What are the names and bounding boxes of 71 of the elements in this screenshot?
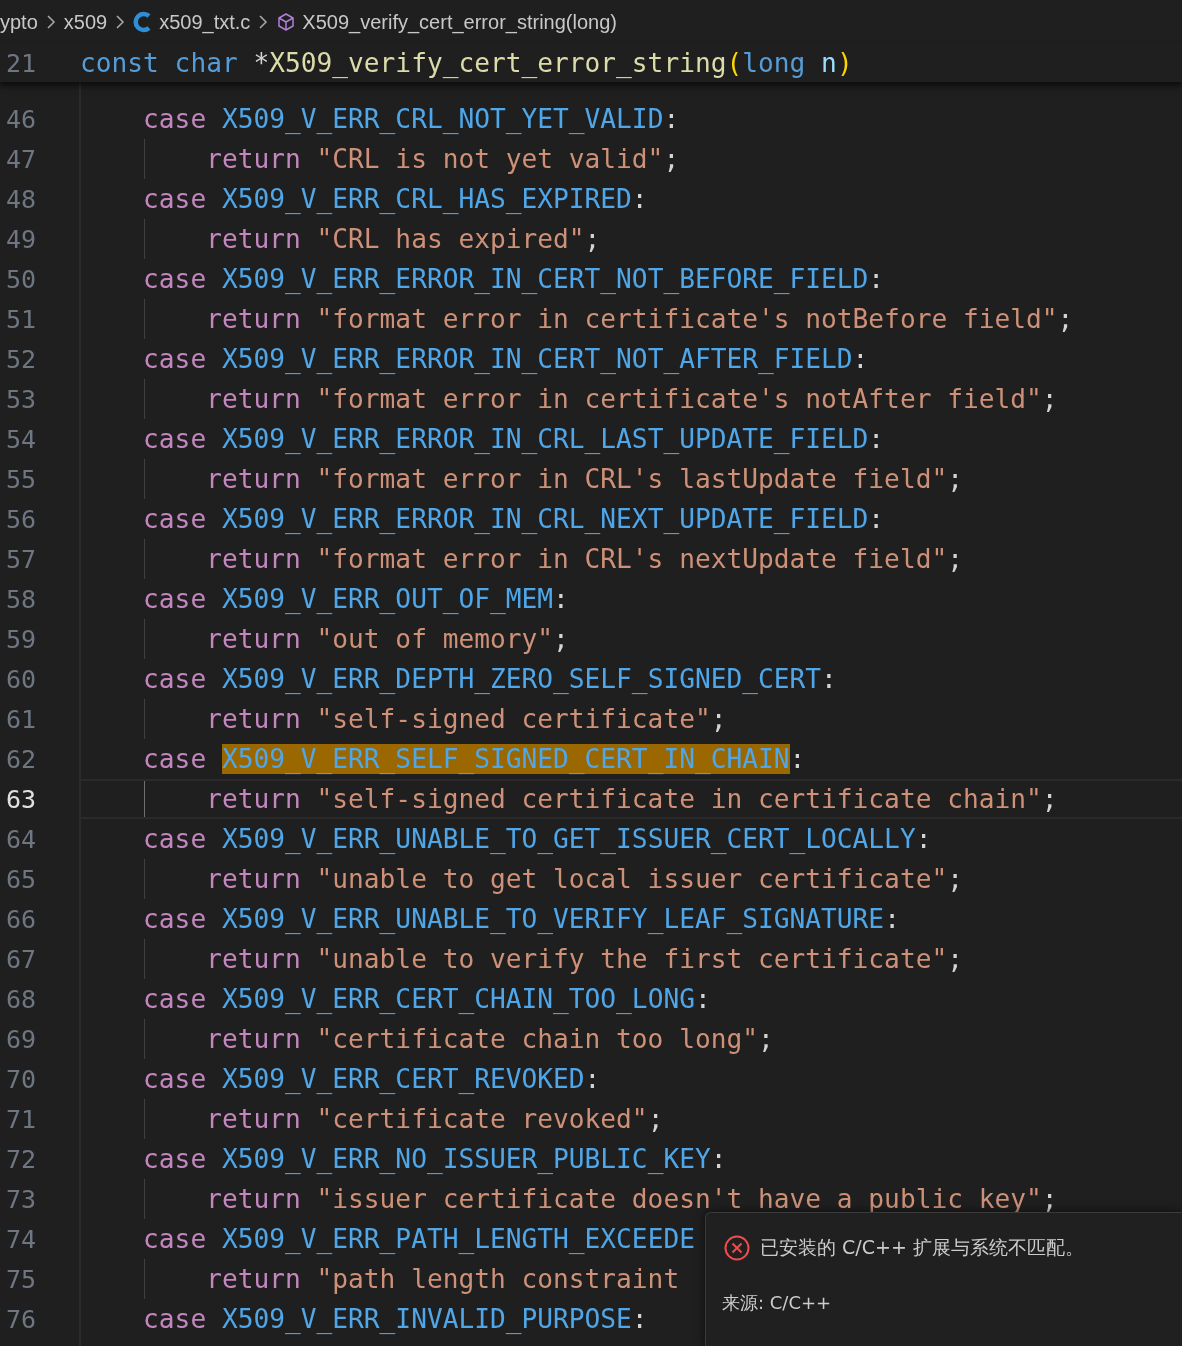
code-line: case X509_V_ERR_PATH_LENGTH_EXCEEDE — [142, 1224, 695, 1254]
line-number: 67 — [4, 944, 36, 974]
line-number: 60 — [4, 664, 36, 694]
code-line: case X509_V_ERR_CRL_NOT_YET_VALID: — [142, 104, 680, 134]
line-number: 66 — [4, 904, 36, 934]
line-number: 71 — [4, 1104, 36, 1134]
breadcrumb-item[interactable]: X509_verify_cert_error_string(long) — [302, 10, 617, 34]
error-icon — [724, 1235, 750, 1261]
code-line: case X509_V_ERR_NO_ISSUER_PUBLIC_KEY: — [142, 1144, 727, 1174]
code-line: return "certificate revoked"; — [205, 1104, 664, 1134]
line-number: 69 — [4, 1024, 36, 1054]
line-number: 63 — [4, 784, 36, 814]
line-number: 55 — [4, 464, 36, 494]
code-line: case X509_V_ERR_CERT_CHAIN_TOO_LONG: — [142, 984, 711, 1014]
code-line: case X509_V_ERR_ERROR_IN_CRL_NEXT_UPDATE_FIELD: — [142, 504, 885, 534]
line-number: 65 — [4, 864, 36, 894]
code-line: return "unable to get local issuer certificate"; — [205, 864, 963, 894]
code-line: return "path length constraint — [205, 1264, 680, 1294]
code-line: return "self-signed certificate"; — [205, 704, 727, 734]
code-line: return "certificate chain too long"; — [205, 1024, 774, 1054]
line-number: 47 — [4, 144, 36, 174]
code-line: return "format error in certificate's notBefore field"; — [205, 304, 1074, 334]
line-number: 53 — [4, 384, 36, 414]
code-line: return "format error in certificate's notAfter field"; — [205, 384, 1058, 414]
code-line: case X509_V_ERR_INVALID_PURPOSE: — [142, 1304, 648, 1334]
code-line: case X509_V_ERR_ERROR_IN_CRL_LAST_UPDATE_FIELD: — [142, 424, 885, 454]
line-number: 51 — [4, 304, 36, 334]
line-number: 50 — [4, 264, 36, 294]
notification-message: 已安装的 C/C++ 扩展与系统不匹配。 — [760, 1235, 1084, 1260]
line-number: 58 — [4, 584, 36, 614]
line-number: 59 — [4, 624, 36, 654]
code-line: return "CRL has expired"; — [205, 224, 601, 254]
line-number: 76 — [4, 1304, 36, 1334]
code-line: return "issuer certificate doesn't have a public key"; — [205, 1184, 1058, 1214]
breadcrumb-item[interactable]: x509_txt.c — [159, 10, 251, 34]
notification-source: 来源: C/C++ — [722, 1291, 833, 1315]
code-line: case X509_V_ERR_UNABLE_TO_GET_ISSUER_CERT_LOCALLY: — [142, 824, 932, 854]
line-number: 48 — [4, 184, 36, 214]
line-number: 68 — [4, 984, 36, 1014]
code-line: case X509_V_ERR_OUT_OF_MEM: — [142, 584, 569, 614]
code-line: return "format error in CRL's nextUpdate field"; — [205, 544, 963, 574]
code-line: return "format error in CRL's lastUpdate field"; — [205, 464, 963, 494]
line-number: 62 — [4, 744, 36, 774]
line-number: 74 — [4, 1224, 36, 1254]
line-number: 52 — [4, 344, 36, 374]
line-number: 57 — [4, 544, 36, 574]
line-number: 21 — [4, 48, 36, 78]
line-number: 61 — [4, 704, 36, 734]
line-number: 49 — [4, 224, 36, 254]
code-line: case X509_V_ERR_ERROR_IN_CERT_NOT_AFTER_FIELD: — [142, 344, 869, 374]
breadcrumb-item[interactable]: ypto — [0, 10, 38, 34]
code-line: case X509_V_ERR_UNABLE_TO_VERIFY_LEAF_SIGNATURE: — [142, 904, 900, 934]
code-line: case X509_V_ERR_CRL_HAS_EXPIRED: — [142, 184, 648, 214]
line-number: 72 — [4, 1144, 36, 1174]
line-number: 54 — [4, 424, 36, 454]
code-line: return "self-signed certificate in certificate chain"; — [205, 784, 1058, 814]
line-number: 64 — [4, 824, 36, 854]
code-line: return "out of memory"; — [205, 624, 569, 654]
code-line: case X509_V_ERR_DEPTH_ZERO_SELF_SIGNED_CERT: — [142, 664, 837, 694]
code-line: const char *X509_verify_cert_error_string(long n) — [80, 48, 853, 78]
code-line: return "unable to verify the first certificate"; — [205, 944, 963, 974]
code-line: case X509_V_ERR_CERT_REVOKED: — [142, 1064, 601, 1094]
line-number: 70 — [4, 1064, 36, 1094]
line-number: 56 — [4, 504, 36, 534]
code-line: case X509_V_ERR_ERROR_IN_CERT_NOT_BEFORE_FIELD: — [142, 264, 885, 294]
line-number: 46 — [4, 104, 36, 134]
breadcrumb-item[interactable]: x509 — [63, 10, 108, 34]
code-line: return "CRL is not yet valid"; — [205, 144, 680, 174]
line-number: 75 — [4, 1264, 36, 1294]
line-number: 73 — [4, 1184, 36, 1214]
cube-icon — [276, 12, 297, 32]
